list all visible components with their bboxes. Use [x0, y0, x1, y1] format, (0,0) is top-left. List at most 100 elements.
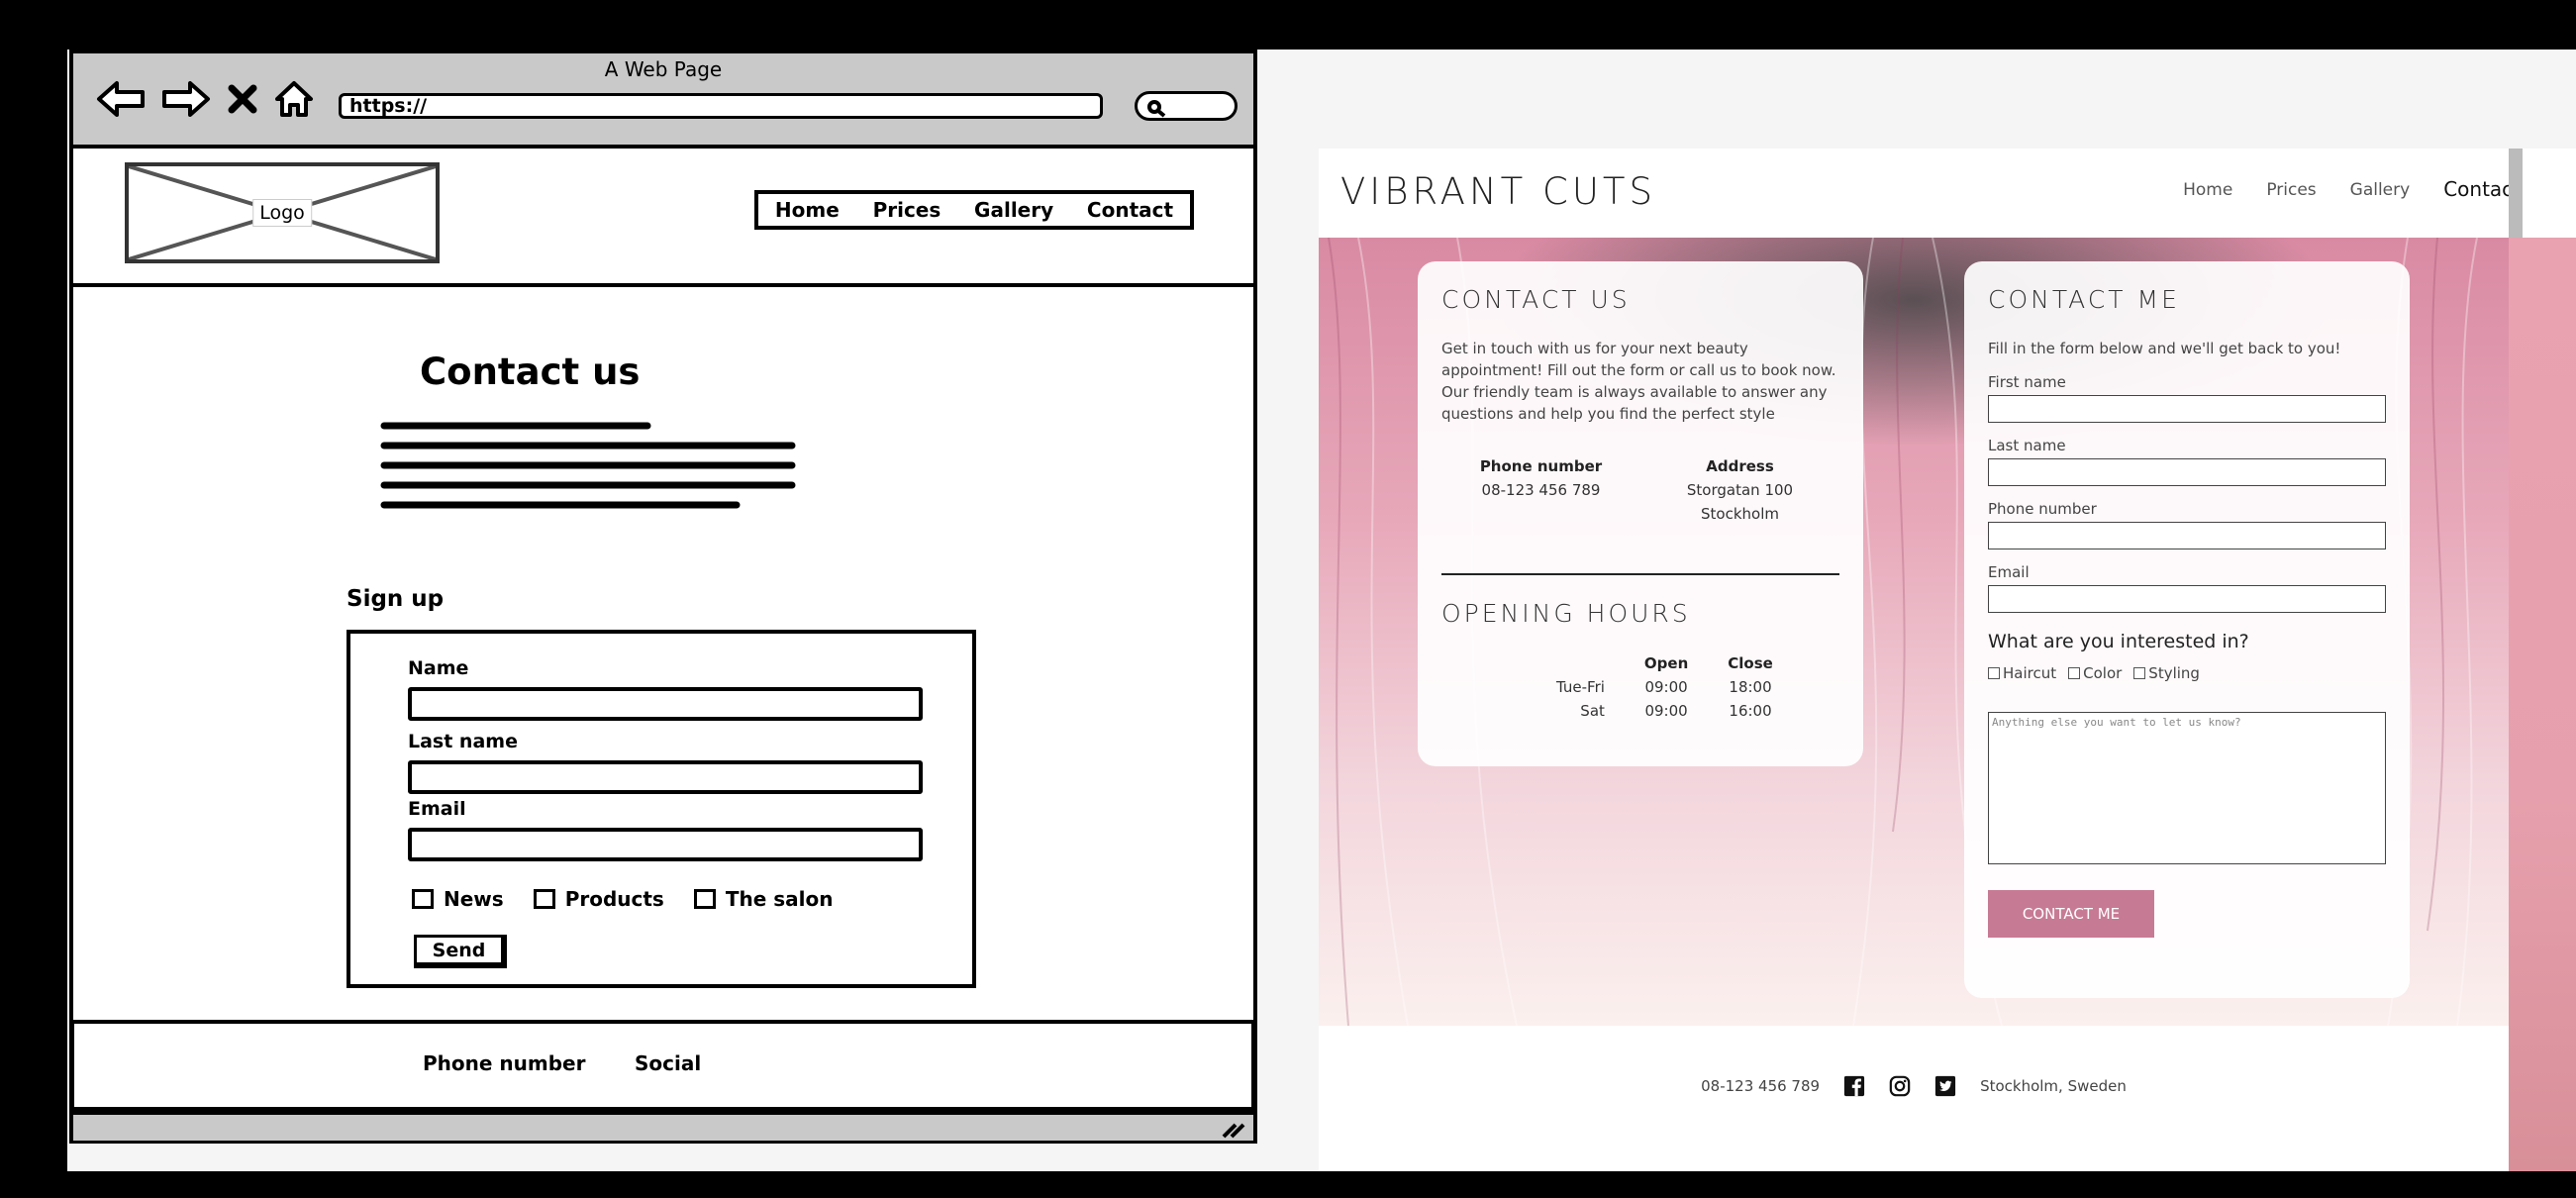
last-name-input[interactable] [1988, 458, 2386, 486]
open-cell: 09:00 [1644, 702, 1688, 720]
table-header-open: Open [1643, 654, 1689, 672]
first-name-input[interactable] [1988, 395, 2386, 423]
contact-me-card: CONTACT ME Fill in the form below and we… [1964, 261, 2410, 998]
wireframe-signup-heading: Sign up [347, 586, 445, 612]
close-icon[interactable] [226, 82, 259, 116]
last-name-label: Last name [1988, 437, 2066, 454]
open-cell: 09:00 [1644, 678, 1688, 696]
checkbox-label: Haircut [2003, 664, 2057, 682]
checkbox[interactable] [2068, 667, 2081, 679]
forward-arrow-icon[interactable] [160, 79, 212, 119]
contact-me-intro: Fill in the form below and we'll get bac… [1988, 340, 2341, 357]
wireframe-email-input[interactable] [408, 828, 923, 861]
wireframe-status-bar [73, 1111, 1253, 1141]
phone-label: Phone number [1988, 500, 2097, 518]
back-arrow-icon[interactable] [95, 79, 147, 119]
address-block: Address Storgatan 100 Stockholm [1640, 454, 1839, 526]
phone-heading: Phone number [1479, 457, 1603, 475]
twitter-icon[interactable] [1934, 1075, 1956, 1097]
phone-block: Phone number 08-123 456 789 [1441, 454, 1640, 526]
wireframe-email-label: Email [408, 798, 466, 820]
checkbox[interactable] [2133, 667, 2146, 679]
wireframe-window: A Web Page https:// Logo Home Prices Gal… [69, 50, 1257, 1144]
search-icon [1147, 100, 1166, 118]
screen: A Web Page https:// Logo Home Prices Gal… [0, 0, 2576, 1198]
contact-me-title: CONTACT ME [1988, 285, 2180, 314]
hero-background: CONTACT US Get in touch with us for your… [1319, 238, 2576, 1026]
divider [1441, 573, 1839, 575]
wireframe-url-bar[interactable]: https:// [339, 93, 1103, 119]
wireframe-menu-prices[interactable]: Prices [873, 198, 941, 222]
wireframe-checkbox-products[interactable]: Products [533, 887, 664, 911]
phone-input[interactable] [1988, 522, 2386, 549]
wireframe-menu-contact[interactable]: Contact [1087, 198, 1173, 222]
nav-home[interactable]: Home [2183, 180, 2232, 201]
wireframe-lastname-input[interactable] [408, 760, 923, 794]
address-heading: Address [1706, 457, 1774, 475]
facebook-icon[interactable] [1843, 1075, 1865, 1097]
day-cell: Tue-Fri [1556, 678, 1605, 696]
wireframe-menu-gallery[interactable]: Gallery [974, 198, 1053, 222]
site-menu: Home Prices Gallery Contact [2183, 177, 2521, 201]
wireframe-placeholder-text [380, 422, 796, 509]
side-image-strip [2509, 238, 2576, 1171]
footer-phone: 08-123 456 789 [1701, 1077, 1821, 1095]
phone-value: 08-123 456 789 [1481, 481, 1601, 499]
wireframe-heading: Contact us [420, 350, 641, 393]
contact-us-card: CONTACT US Get in touch with us for your… [1418, 261, 1863, 766]
wireframe-footer-social: Social [635, 1051, 702, 1075]
nav-gallery[interactable]: Gallery [2350, 180, 2411, 201]
checkbox[interactable] [1988, 667, 2000, 679]
wireframe-checkbox-news[interactable]: News [412, 887, 504, 911]
checkbox[interactable] [693, 889, 716, 909]
wireframe-checkbox-salon[interactable]: The salon [693, 887, 833, 911]
wireframe-window-title: A Web Page [604, 57, 723, 81]
wireframe-logo-placeholder: Logo [125, 162, 440, 263]
contact-me-button[interactable]: CONTACT ME [1988, 890, 2154, 938]
wireframe-search-field[interactable] [1135, 91, 1238, 121]
checkbox-label: Products [564, 887, 664, 911]
wireframe-footer-phone: Phone number [423, 1051, 586, 1075]
email-input[interactable] [1988, 585, 2386, 613]
logo-label: Logo [252, 199, 312, 227]
checkbox[interactable] [412, 889, 434, 909]
wireframe-lastname-label: Last name [408, 731, 518, 752]
wireframe-signup-form: Name Last name Email News Products The s… [347, 630, 976, 988]
wireframe-header: Logo Home Prices Gallery Contact [73, 149, 1253, 287]
message-textarea[interactable]: Anything else you want to let us know? [1988, 712, 2386, 864]
resize-grip-icon[interactable] [1220, 1119, 1245, 1139]
checkbox[interactable] [533, 889, 555, 909]
wireframe-name-input[interactable] [408, 687, 923, 721]
opening-hours-table: Open Close Tue-Fri 09:00 18:00 Sat 09:00… [1536, 651, 1793, 723]
brand-logo[interactable]: VIBRANT CUTS [1340, 170, 1656, 213]
checkbox-color[interactable]: Color [2068, 664, 2122, 682]
scrollbar[interactable] [2509, 149, 2523, 238]
home-icon[interactable] [273, 79, 315, 119]
instagram-icon[interactable] [1889, 1075, 1911, 1097]
footer-row: 08-123 456 789 Stockholm, Sweden [1319, 1075, 2509, 1097]
table-row: Sat 09:00 16:00 [1536, 699, 1793, 723]
website-preview: VIBRANT CUTS Home Prices Gallery Contact [1319, 149, 2576, 1171]
table-header-row: Open Close [1536, 651, 1793, 675]
checkbox-label: News [444, 887, 504, 911]
interest-checkboxes: Haircut Color Styling [1988, 664, 2386, 682]
wireframe-menu: Home Prices Gallery Contact [754, 190, 1194, 230]
wireframe-send-button[interactable]: Send [414, 935, 507, 968]
wireframe-checkbox-group: News Products The salon [412, 887, 833, 911]
wireframe-mockup: A Web Page https:// Logo Home Prices Gal… [69, 50, 1257, 1144]
first-name-label: First name [1988, 373, 2066, 391]
close-cell: 18:00 [1729, 678, 1772, 696]
close-cell: 16:00 [1729, 702, 1772, 720]
nav-prices[interactable]: Prices [2266, 180, 2316, 201]
email-label: Email [1988, 563, 2030, 581]
address-line2: Stockholm [1701, 505, 1779, 523]
site-footer: 08-123 456 789 Stockholm, Sweden [1319, 1026, 2509, 1171]
checkbox-label: Styling [2148, 664, 2200, 682]
checkbox-styling[interactable]: Styling [2133, 664, 2200, 682]
table-row: Tue-Fri 09:00 18:00 [1536, 675, 1793, 699]
wireframe-menu-home[interactable]: Home [775, 198, 840, 222]
wireframe-browser-chrome: A Web Page https:// [73, 53, 1253, 149]
checkbox-haircut[interactable]: Haircut [1988, 664, 2056, 682]
table-header-close: Close [1728, 654, 1773, 672]
site-navbar: VIBRANT CUTS Home Prices Gallery Contact [1319, 149, 2576, 238]
